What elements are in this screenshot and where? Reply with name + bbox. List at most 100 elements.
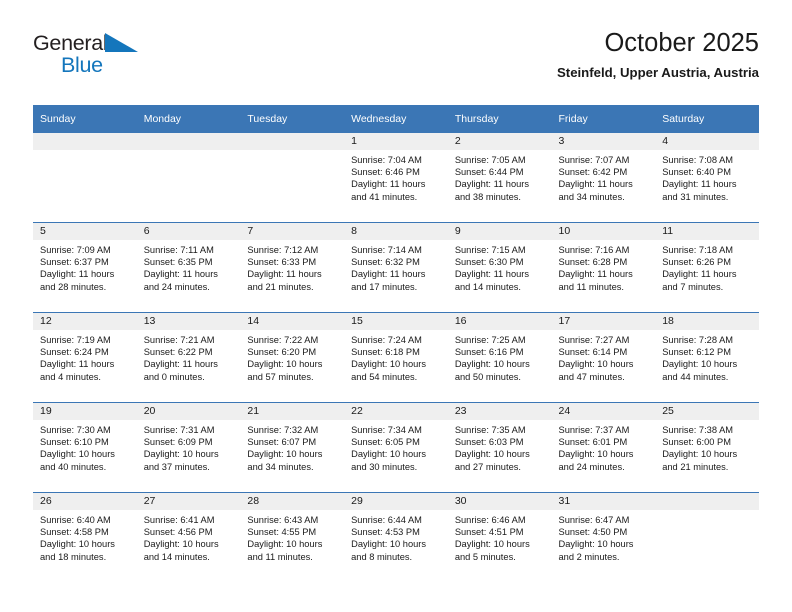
- day-details: [137, 150, 241, 154]
- daylight-text-line1: Daylight: 11 hours: [454, 179, 530, 190]
- daylight-text-line1: Daylight: 10 hours: [351, 359, 427, 370]
- day-number: 9: [447, 223, 552, 240]
- calendar-cell[interactable]: 7 Sunrise: 7:12 AM Sunset: 6:33 PM Daylight…: [240, 222, 345, 313]
- calendar-cell[interactable]: 4 Sunrise: 7:08 AM Sunset: 6:40 PM Daylight…: [655, 133, 759, 223]
- calendar-cell[interactable]: 30 Sunrise: 6:46 AM Sunset: 4:51 PM Dayligh…: [447, 492, 552, 582]
- brand-logo[interactable]: General Blue: [33, 32, 233, 88]
- calendar-cell[interactable]: [136, 133, 241, 223]
- sunset-text: Sunset: 6:30 PM: [454, 257, 524, 268]
- brand-name-general: General: [33, 31, 108, 55]
- calendar-cell[interactable]: 31 Sunrise: 6:47 AM Sunset: 4:50 PM Dayligh…: [551, 492, 656, 582]
- weekday-header-saturday: Saturday: [655, 105, 759, 133]
- sunrise-sunset-calendar-table: Sunday Monday Tuesday Wednesday Thursday…: [33, 105, 759, 582]
- day-details: Sunrise: 7:31 AM Sunset: 6:09 PM Daylight:…: [137, 420, 241, 473]
- day-details: Sunrise: 7:30 AM Sunset: 6:10 PM Daylight:…: [33, 420, 137, 473]
- daylight-text-line1: Daylight: 11 hours: [40, 359, 115, 370]
- day-number: [33, 133, 137, 150]
- sunset-text: Sunset: 6:24 PM: [40, 347, 109, 358]
- day-number: 10: [551, 223, 656, 240]
- day-details: Sunrise: 7:28 AM Sunset: 6:12 PM Daylight:…: [655, 330, 759, 383]
- day-number: 5: [33, 223, 137, 240]
- calendar-cell[interactable]: [33, 133, 137, 223]
- calendar-cell[interactable]: 5 Sunrise: 7:09 AM Sunset: 6:37 PM Daylight…: [33, 222, 137, 313]
- day-number: [136, 133, 241, 150]
- calendar-cell[interactable]: [655, 492, 759, 582]
- sunrise-text: Sunrise: 7:31 AM: [143, 425, 215, 435]
- calendar-cell[interactable]: 28 Sunrise: 6:43 AM Sunset: 4:55 PM Dayligh…: [240, 492, 345, 582]
- sunrise-text: Sunrise: 7:21 AM: [143, 335, 215, 345]
- calendar-cell[interactable]: 20 Sunrise: 7:31 AM Sunset: 6:09 PM Dayligh…: [136, 402, 241, 493]
- sunrise-text: Sunrise: 7:34 AM: [351, 425, 422, 435]
- sunrise-text: Sunrise: 7:27 AM: [558, 335, 630, 345]
- sunrise-text: Sunrise: 7:08 AM: [662, 155, 734, 165]
- calendar-cell[interactable]: 25 Sunrise: 7:38 AM Sunset: 6:00 PM Dayligh…: [655, 402, 759, 493]
- sunset-text: Sunset: 6:37 PM: [40, 257, 109, 268]
- day-number: 29: [344, 493, 448, 510]
- day-details: Sunrise: 7:22 AM Sunset: 6:20 PM Daylight:…: [240, 330, 344, 383]
- calendar-page: General Blue October 2025 Steinfeld, Upp…: [0, 0, 792, 612]
- day-details: Sunrise: 6:43 AM Sunset: 4:55 PM Daylight:…: [240, 510, 344, 563]
- daylight-text-line2: and 4 minutes.: [40, 371, 101, 382]
- sunset-text: Sunset: 6:42 PM: [558, 167, 628, 178]
- daylight-text-line2: and 2 minutes.: [558, 551, 620, 562]
- calendar-week-row: 19 Sunrise: 7:30 AM Sunset: 6:10 PM Dayligh…: [33, 402, 759, 493]
- calendar-cell[interactable]: 23 Sunrise: 7:35 AM Sunset: 6:03 PM Dayligh…: [447, 402, 552, 493]
- sunset-text: Sunset: 6:26 PM: [662, 257, 731, 268]
- calendar-cell[interactable]: 8 Sunrise: 7:14 AM Sunset: 6:32 PM Daylight…: [344, 222, 448, 313]
- calendar-cell[interactable]: 13 Sunrise: 7:21 AM Sunset: 6:22 PM Dayligh…: [136, 312, 241, 403]
- daylight-text-line2: and 18 minutes.: [40, 551, 107, 562]
- day-number: 24: [551, 403, 656, 420]
- sunset-text: Sunset: 6:14 PM: [558, 347, 628, 358]
- sunrise-text: Sunrise: 7:25 AM: [454, 335, 526, 345]
- calendar-week-row: 1 Sunrise: 7:04 AM Sunset: 6:46 PM Daylight…: [33, 133, 759, 223]
- calendar-cell[interactable]: 16 Sunrise: 7:25 AM Sunset: 6:16 PM Dayligh…: [447, 312, 552, 403]
- sunset-text: Sunset: 6:03 PM: [454, 437, 524, 448]
- calendar-cell[interactable]: 10 Sunrise: 7:16 AM Sunset: 6:28 PM Dayligh…: [551, 222, 656, 313]
- page-subtitle-location: Steinfeld, Upper Austria, Austria: [557, 65, 759, 80]
- calendar-cell[interactable]: 12 Sunrise: 7:19 AM Sunset: 6:24 PM Dayligh…: [33, 312, 137, 403]
- day-details: Sunrise: 6:44 AM Sunset: 4:53 PM Daylight:…: [344, 510, 448, 563]
- calendar-cell[interactable]: 19 Sunrise: 7:30 AM Sunset: 6:10 PM Dayligh…: [33, 402, 137, 493]
- calendar-cell[interactable]: 27 Sunrise: 6:41 AM Sunset: 4:56 PM Dayligh…: [136, 492, 241, 582]
- weekday-header-friday: Friday: [551, 105, 656, 133]
- day-details: Sunrise: 6:41 AM Sunset: 4:56 PM Daylight:…: [137, 510, 241, 563]
- daylight-text-line2: and 44 minutes.: [662, 371, 729, 382]
- calendar-cell[interactable]: 29 Sunrise: 6:44 AM Sunset: 4:53 PM Dayligh…: [344, 492, 448, 582]
- calendar-cell[interactable]: 9 Sunrise: 7:15 AM Sunset: 6:30 PM Daylight…: [447, 222, 552, 313]
- daylight-text-line2: and 11 minutes.: [247, 551, 313, 562]
- calendar-cell[interactable]: 2 Sunrise: 7:05 AM Sunset: 6:44 PM Daylight…: [447, 133, 552, 223]
- daylight-text-line2: and 7 minutes.: [662, 281, 724, 292]
- daylight-text-line1: Daylight: 10 hours: [662, 359, 738, 370]
- sunset-text: Sunset: 4:58 PM: [40, 527, 109, 538]
- calendar-cell[interactable]: 11 Sunrise: 7:18 AM Sunset: 6:26 PM Dayligh…: [655, 222, 759, 313]
- daylight-text-line2: and 0 minutes.: [143, 371, 205, 382]
- brand-name-blue: Blue: [61, 53, 103, 77]
- day-number: 31: [551, 493, 656, 510]
- calendar-cell[interactable]: 17 Sunrise: 7:27 AM Sunset: 6:14 PM Dayligh…: [551, 312, 656, 403]
- day-details: Sunrise: 7:38 AM Sunset: 6:00 PM Daylight:…: [655, 420, 759, 473]
- calendar-cell[interactable]: 15 Sunrise: 7:24 AM Sunset: 6:18 PM Dayligh…: [344, 312, 448, 403]
- calendar-cell[interactable]: 22 Sunrise: 7:34 AM Sunset: 6:05 PM Dayligh…: [344, 402, 448, 493]
- day-details: Sunrise: 6:46 AM Sunset: 4:51 PM Daylight:…: [448, 510, 552, 563]
- daylight-text-line2: and 21 minutes.: [247, 281, 314, 292]
- sunrise-text: Sunrise: 7:32 AM: [247, 425, 319, 435]
- calendar-cell[interactable]: 18 Sunrise: 7:28 AM Sunset: 6:12 PM Dayligh…: [655, 312, 759, 403]
- daylight-text-line1: Daylight: 10 hours: [558, 359, 634, 370]
- weekday-header-wednesday: Wednesday: [344, 105, 448, 133]
- calendar-cell[interactable]: 26 Sunrise: 6:40 AM Sunset: 4:58 PM Dayligh…: [33, 492, 137, 582]
- sunset-text: Sunset: 6:01 PM: [558, 437, 628, 448]
- daylight-text-line1: Daylight: 10 hours: [351, 449, 427, 460]
- daylight-text-line1: Daylight: 11 hours: [558, 179, 633, 190]
- calendar-cell[interactable]: 6 Sunrise: 7:11 AM Sunset: 6:35 PM Daylight…: [136, 222, 241, 313]
- calendar-cell[interactable]: 3 Sunrise: 7:07 AM Sunset: 6:42 PM Daylight…: [551, 133, 656, 223]
- calendar-header-row: Sunday Monday Tuesday Wednesday Thursday…: [33, 105, 759, 133]
- day-details: [240, 150, 344, 154]
- day-number: 17: [551, 313, 656, 330]
- calendar-cell[interactable]: 21 Sunrise: 7:32 AM Sunset: 6:07 PM Dayligh…: [240, 402, 345, 493]
- daylight-text-line1: Daylight: 11 hours: [143, 359, 218, 370]
- calendar-cell[interactable]: [240, 133, 345, 223]
- calendar-cell[interactable]: 24 Sunrise: 7:37 AM Sunset: 6:01 PM Dayligh…: [551, 402, 656, 493]
- daylight-text-line2: and 11 minutes.: [558, 281, 624, 292]
- calendar-cell[interactable]: 1 Sunrise: 7:04 AM Sunset: 6:46 PM Daylight…: [344, 133, 448, 223]
- calendar-cell[interactable]: 14 Sunrise: 7:22 AM Sunset: 6:20 PM Dayligh…: [240, 312, 345, 403]
